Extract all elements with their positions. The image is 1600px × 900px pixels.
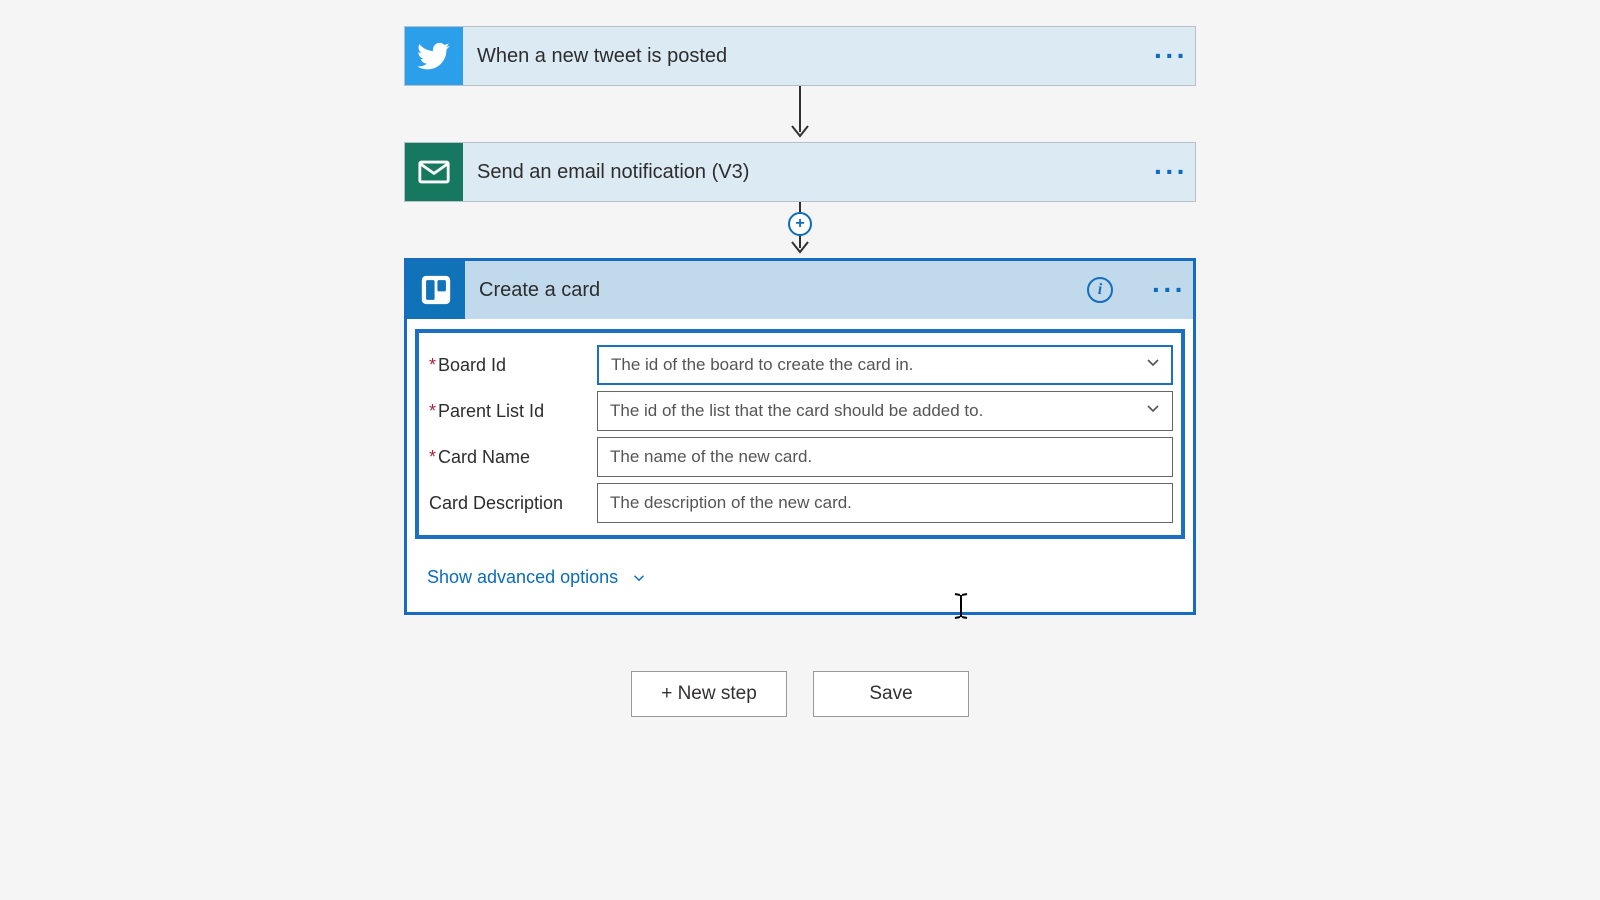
step-header[interactable]: Create a card i ··· xyxy=(407,261,1193,319)
flow-canvas: When a new tweet is posted ··· Send an e… xyxy=(0,0,1600,717)
step-title: Send an email notification (V3) xyxy=(463,161,1147,184)
new-step-button[interactable]: + New step xyxy=(631,671,787,717)
label-parent-list-id: *Parent List Id xyxy=(427,401,597,422)
show-advanced-options-link[interactable]: Show advanced options xyxy=(427,567,648,588)
trello-icon xyxy=(407,261,465,319)
step-title: Create a card xyxy=(465,279,1087,302)
twitter-icon xyxy=(405,27,463,85)
footer-buttons: + New step Save xyxy=(631,671,969,717)
step-create-card: Create a card i ··· *Board Id *Parent Li… xyxy=(404,258,1196,615)
connector-arrow: + xyxy=(788,202,812,258)
connector-arrow xyxy=(788,86,812,142)
input-parent-list-id[interactable] xyxy=(597,391,1173,431)
step-email-notification[interactable]: Send an email notification (V3) ··· xyxy=(404,142,1196,202)
step-menu-button[interactable]: ··· xyxy=(1145,261,1193,319)
input-card-description[interactable] xyxy=(597,483,1173,523)
row-card-description: Card Description xyxy=(427,483,1173,523)
save-button[interactable]: Save xyxy=(813,671,969,717)
form-frame: *Board Id *Parent List Id xyxy=(415,329,1185,539)
label-card-description: Card Description xyxy=(427,493,597,514)
row-card-name: *Card Name xyxy=(427,437,1173,477)
add-step-inline-button[interactable]: + xyxy=(788,212,812,236)
input-board-id[interactable] xyxy=(597,345,1173,385)
advanced-section: Show advanced options xyxy=(407,547,1193,612)
label-card-name: *Card Name xyxy=(427,447,597,468)
row-parent-list-id: *Parent List Id xyxy=(427,391,1173,431)
step-title: When a new tweet is posted xyxy=(463,45,1147,68)
chevron-down-icon xyxy=(630,569,648,587)
row-board-id: *Board Id xyxy=(427,345,1173,385)
input-card-name[interactable] xyxy=(597,437,1173,477)
label-board-id: *Board Id xyxy=(427,355,597,376)
step-twitter-trigger[interactable]: When a new tweet is posted ··· xyxy=(404,26,1196,86)
info-icon[interactable]: i xyxy=(1087,277,1113,303)
mail-icon xyxy=(405,143,463,201)
